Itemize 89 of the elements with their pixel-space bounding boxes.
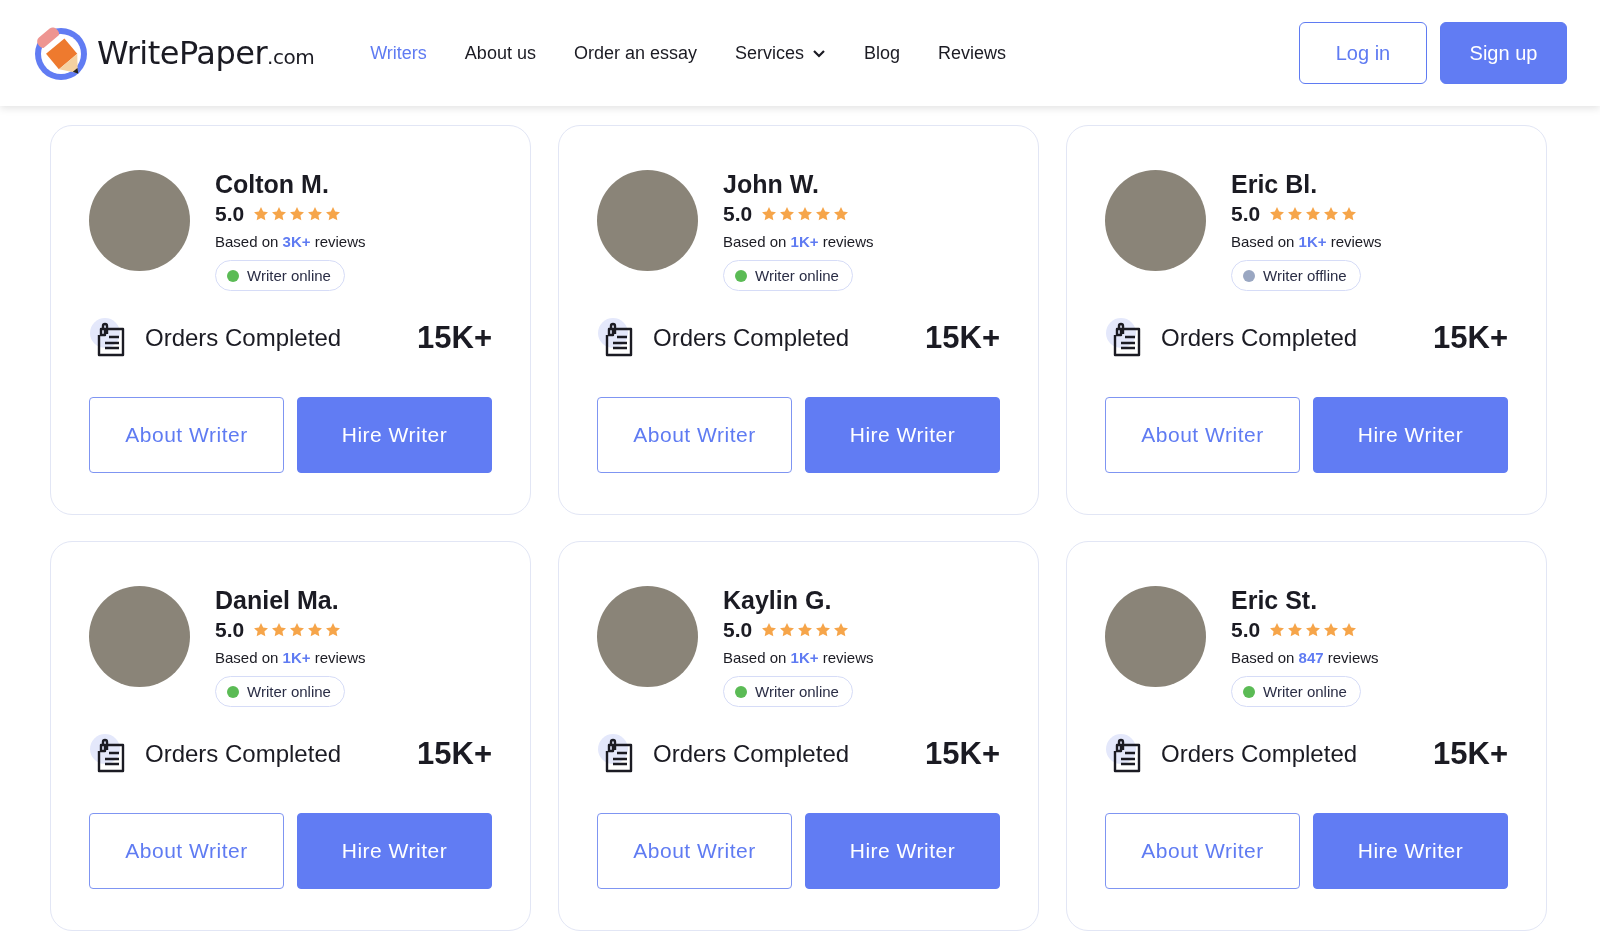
- star-icon: [815, 206, 832, 222]
- star-icon: [815, 622, 832, 638]
- orders-label: Orders Completed: [653, 324, 851, 352]
- nav-link[interactable]: Order an essay: [573, 42, 697, 64]
- about-writer-button[interactable]: About Writer: [89, 813, 284, 889]
- about-writer-button[interactable]: About Writer: [597, 813, 792, 889]
- star-icon: [253, 622, 270, 638]
- about-writer-button[interactable]: About Writer: [1105, 813, 1300, 889]
- star-icon: [1341, 206, 1358, 222]
- status-text: Writer online: [755, 683, 839, 700]
- nav-link[interactable]: Reviews: [938, 42, 1007, 64]
- orders-label: Orders Completed: [1161, 324, 1359, 352]
- star-icon: [1305, 622, 1322, 638]
- hire-writer-button[interactable]: Hire Writer: [805, 813, 1000, 889]
- status-text: Writer online: [755, 267, 839, 284]
- writer-name: Eric St.: [1231, 586, 1318, 615]
- pencil-logo-icon: [33, 25, 89, 81]
- rating-value: 5.0: [1231, 202, 1261, 226]
- rating-value: 5.0: [723, 618, 753, 642]
- orders-count: 15K+: [417, 320, 492, 356]
- review-count: Based on 1K+ reviews: [723, 233, 874, 250]
- star-icon: [797, 206, 814, 222]
- rating-value: 5.0: [723, 202, 753, 226]
- star-icon: [289, 622, 306, 638]
- review-count: Based on 847 reviews: [1231, 649, 1379, 666]
- nav-link[interactable]: Services: [735, 42, 826, 64]
- star-icon: [271, 622, 288, 638]
- rating-value: 5.0: [1231, 618, 1261, 642]
- hire-writer-button[interactable]: Hire Writer: [297, 397, 492, 473]
- nav-link[interactable]: About us: [464, 42, 536, 64]
- star-icon: [1287, 206, 1304, 222]
- star-icon: [1323, 206, 1340, 222]
- about-writer-button[interactable]: About Writer: [89, 397, 284, 473]
- star-icon: [1305, 206, 1322, 222]
- hire-writer-button[interactable]: Hire Writer: [1313, 813, 1508, 889]
- star-icon: [325, 206, 342, 222]
- star-icon: [779, 622, 796, 638]
- status-text: Writer offline: [1263, 267, 1347, 284]
- orders-label: Orders Completed: [145, 324, 343, 352]
- writer-name: John W.: [723, 170, 819, 199]
- star-icon: [833, 622, 850, 638]
- star-icon: [1287, 622, 1304, 638]
- star-icon: [271, 206, 288, 222]
- login-button[interactable]: Log in: [1299, 22, 1427, 84]
- star-icon: [1323, 622, 1340, 638]
- signup-button[interactable]: Sign up: [1440, 22, 1567, 84]
- star-icon: [307, 622, 324, 638]
- writer-name: Colton M.: [215, 170, 329, 199]
- orders-label: Orders Completed: [145, 740, 343, 768]
- review-count: Based on 1K+ reviews: [723, 649, 874, 666]
- review-count: Based on 1K+ reviews: [1231, 233, 1382, 250]
- site-logo[interactable]: WritePaper.com: [33, 25, 315, 81]
- orders-label: Orders Completed: [653, 740, 851, 768]
- hire-writer-button[interactable]: Hire Writer: [805, 397, 1000, 473]
- star-icon: [307, 206, 324, 222]
- orders-count: 15K+: [417, 736, 492, 772]
- review-count: Based on 3K+ reviews: [215, 233, 366, 250]
- writer-name: Kaylin G.: [723, 586, 832, 615]
- about-writer-button[interactable]: About Writer: [1105, 397, 1300, 473]
- orders-count: 15K+: [1433, 736, 1508, 772]
- review-count: Based on 1K+ reviews: [215, 649, 366, 666]
- orders-count: 15K+: [925, 736, 1000, 772]
- nav-link[interactable]: Writers: [370, 42, 427, 64]
- writer-name: Eric Bl.: [1231, 170, 1318, 199]
- star-icon: [779, 206, 796, 222]
- status-text: Writer online: [247, 683, 331, 700]
- hire-writer-button[interactable]: Hire Writer: [1313, 397, 1508, 473]
- star-icon: [253, 206, 270, 222]
- star-icon: [325, 622, 342, 638]
- star-icon: [797, 622, 814, 638]
- orders-count: 15K+: [1433, 320, 1508, 356]
- star-icon: [761, 206, 778, 222]
- about-writer-button[interactable]: About Writer: [597, 397, 792, 473]
- star-icon: [1269, 622, 1286, 638]
- star-icon: [1269, 206, 1286, 222]
- star-icon: [833, 206, 850, 222]
- star-icon: [1341, 622, 1358, 638]
- rating-value: 5.0: [215, 202, 245, 226]
- nav-link[interactable]: Blog: [864, 42, 901, 64]
- writer-name: Daniel Ma.: [215, 586, 339, 615]
- status-text: Writer online: [1263, 683, 1347, 700]
- orders-label: Orders Completed: [1161, 740, 1359, 768]
- orders-count: 15K+: [925, 320, 1000, 356]
- star-icon: [289, 206, 306, 222]
- star-icon: [761, 622, 778, 638]
- hire-writer-button[interactable]: Hire Writer: [297, 813, 492, 889]
- status-text: Writer online: [247, 267, 331, 284]
- logo-text: WritePaper.com: [97, 34, 315, 72]
- rating-value: 5.0: [215, 618, 245, 642]
